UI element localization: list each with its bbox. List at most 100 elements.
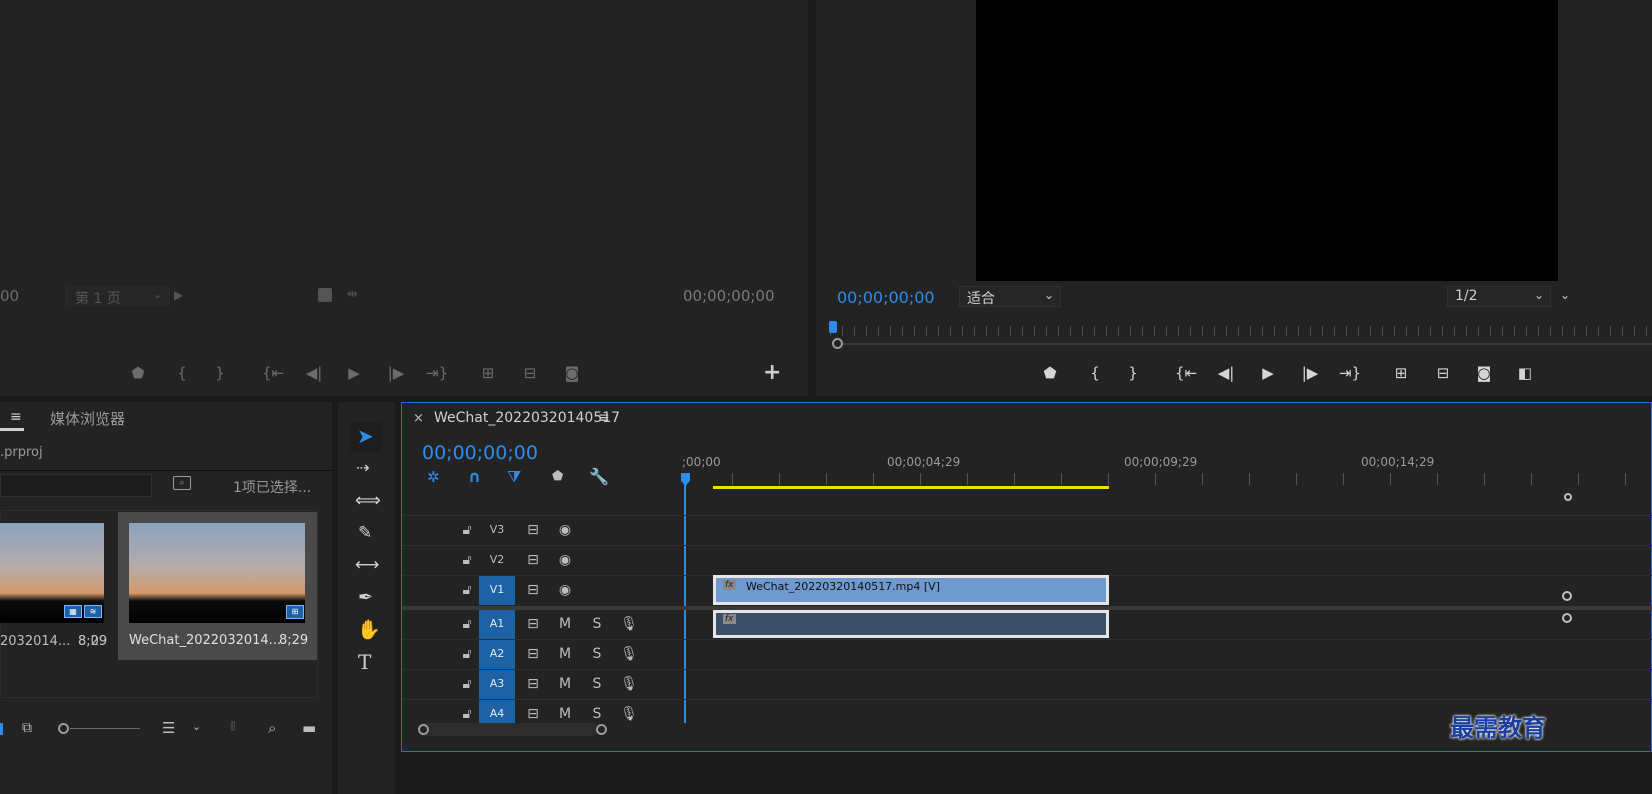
step-forward-icon[interactable]: |▶	[386, 363, 406, 383]
compare-view-icon[interactable]: ◧	[1514, 363, 1536, 383]
automate-icon[interactable]: ⫴	[230, 720, 235, 735]
settings-chevron-icon[interactable]: ⌄	[1560, 288, 1570, 302]
scroll-handle-video[interactable]	[1562, 591, 1572, 601]
eye-icon[interactable]: ◉	[554, 576, 576, 604]
track-v1[interactable]: V1	[479, 576, 515, 605]
add-marker-icon[interactable]: ⬟	[552, 469, 563, 484]
razor-tool-icon[interactable]: ✎	[358, 523, 372, 543]
go-to-out-icon[interactable]: ⇥}	[426, 363, 448, 383]
track-a1[interactable]: A1	[479, 610, 515, 639]
audio-clip[interactable]: fx	[713, 610, 1109, 638]
out-point-icon[interactable]: }	[1123, 363, 1143, 383]
camera-icon[interactable]: ◙	[1474, 363, 1494, 383]
in-point-icon[interactable]: {	[172, 363, 192, 383]
program-zoom-handle[interactable]	[832, 338, 843, 349]
sync-lock-icon[interactable]: ⊟	[522, 640, 544, 668]
list-view-icon[interactable]	[0, 723, 3, 735]
microphone-icon[interactable]: 🎙︎	[618, 610, 640, 638]
lock-icon[interactable]: 🔓︎	[457, 516, 477, 544]
play-icon[interactable]: ▶	[344, 363, 364, 383]
timeline-timecode[interactable]: 00;00;00;00	[422, 442, 538, 464]
lock-icon[interactable]: 🔓︎	[457, 576, 477, 604]
nest-icon[interactable]: ✲	[427, 468, 440, 486]
track-a3[interactable]: A3	[479, 670, 515, 699]
sync-lock-icon[interactable]: ⊟	[522, 670, 544, 698]
program-timecode[interactable]: 00;00;00;00	[837, 288, 935, 307]
zoom-handle-right[interactable]	[596, 724, 607, 735]
lock-icon[interactable]: 🔓︎	[457, 610, 477, 638]
go-to-out-icon[interactable]: ⇥}	[1338, 363, 1362, 383]
drag-icon[interactable]: ⇹	[347, 287, 358, 302]
zoom-slider[interactable]	[70, 728, 140, 729]
video-clip[interactable]: fx WeChat_20220320140517.mp4 [V]	[713, 575, 1109, 605]
solo-button[interactable]: S	[586, 610, 608, 638]
step-back-icon[interactable]: ◀|	[1216, 363, 1236, 383]
solo-button[interactable]: S	[586, 670, 608, 698]
search-icon[interactable]: ⌕	[268, 719, 276, 737]
marker-icon[interactable]: ⬟	[128, 363, 148, 383]
find-bin-icon[interactable]: ⌕	[173, 476, 191, 490]
new-bin-icon[interactable]: ▬	[302, 719, 316, 737]
insert-icon[interactable]: ⊞	[476, 363, 500, 383]
lift-icon[interactable]: ⊞	[1388, 363, 1414, 383]
eye-icon[interactable]: ◉	[554, 516, 576, 544]
search-input[interactable]	[0, 474, 152, 497]
zoom-handle-left[interactable]	[418, 724, 429, 735]
scroll-handle-top[interactable]	[1564, 493, 1572, 501]
hand-tool-icon[interactable]: ✋	[357, 618, 381, 641]
snap-icon[interactable]: ∩	[468, 467, 481, 486]
go-to-in-icon[interactable]: {⇤	[1174, 363, 1198, 383]
eye-icon[interactable]: ◉	[554, 546, 576, 574]
out-point-icon[interactable]: }	[210, 363, 230, 383]
program-ruler[interactable]	[830, 326, 1652, 336]
timeline-ruler[interactable]	[685, 473, 1652, 485]
ripple-edit-tool-icon[interactable]: ⟺	[355, 490, 381, 511]
lock-icon[interactable]: 🔓︎	[457, 640, 477, 668]
sort-icon[interactable]: ☰	[162, 719, 175, 737]
pen-tool-icon[interactable]: ✒	[358, 587, 373, 608]
close-tab-icon[interactable]: ×	[413, 411, 424, 426]
slip-tool-icon[interactable]: ⟷	[355, 555, 379, 575]
overwrite-icon[interactable]: ⊟	[518, 363, 542, 383]
panel-menu-icon[interactable]: ≡	[10, 409, 22, 425]
work-area-bar[interactable]	[713, 486, 1109, 489]
sync-lock-icon[interactable]: ⊟	[522, 610, 544, 638]
page-select[interactable]: 第 1 页 ⌄	[66, 286, 170, 307]
program-playhead[interactable]	[829, 321, 837, 333]
lock-icon[interactable]: 🔓︎	[457, 546, 477, 574]
linked-selection-icon[interactable]: ⧩	[507, 467, 521, 487]
sync-lock-icon[interactable]: ⊟	[522, 576, 544, 604]
chevron-down-icon[interactable]: ⌄	[192, 720, 201, 733]
sync-lock-icon[interactable]: ⊟	[522, 546, 544, 574]
solo-button[interactable]: S	[586, 640, 608, 668]
step-back-icon[interactable]: ◀|	[304, 363, 324, 383]
step-forward-icon[interactable]: |▶	[1300, 363, 1320, 383]
sync-lock-icon[interactable]: ⊟	[522, 516, 544, 544]
microphone-icon[interactable]: 🎙︎	[618, 700, 640, 728]
extract-icon[interactable]: ⊟	[1430, 363, 1456, 383]
sequence-menu-icon[interactable]: ≡	[598, 410, 610, 426]
marker-icon[interactable]: ⬟	[1040, 363, 1060, 383]
track-v3[interactable]: V3	[479, 516, 515, 545]
zoom-slider-handle[interactable]	[58, 723, 69, 734]
camera-icon[interactable]: ◙	[562, 363, 582, 383]
track-select-tool-icon[interactable]: ⇢	[356, 458, 369, 477]
timeline-zoom-scrollbar[interactable]	[418, 723, 598, 736]
playhead-line[interactable]	[684, 483, 686, 723]
fit-select[interactable]: 适合 ⌄	[959, 286, 1061, 307]
page-next-icon[interactable]: ▶	[174, 288, 183, 302]
microphone-icon[interactable]: 🎙︎	[618, 670, 640, 698]
scroll-handle-audio[interactable]	[1562, 613, 1572, 623]
play-icon[interactable]: ▶	[1258, 363, 1278, 383]
tab-media-browser[interactable]: 媒体浏览器	[50, 408, 125, 429]
go-to-in-icon[interactable]: {⇤	[262, 363, 284, 383]
lock-icon[interactable]: 🔓︎	[457, 670, 477, 698]
export-frame-icon[interactable]	[318, 288, 332, 302]
mute-button[interactable]: M	[554, 610, 576, 638]
resolution-select[interactable]: 1/2 ⌄	[1447, 286, 1551, 307]
clip-item-2[interactable]: ⊞ WeChat_2022032014... 8;29	[118, 512, 317, 660]
in-point-icon[interactable]: {	[1085, 363, 1105, 383]
selection-tool-icon[interactable]: ➤	[357, 424, 374, 448]
sequence-tab-label[interactable]: WeChat_20220320140517	[434, 410, 620, 426]
track-a4[interactable]: A4	[479, 700, 515, 724]
